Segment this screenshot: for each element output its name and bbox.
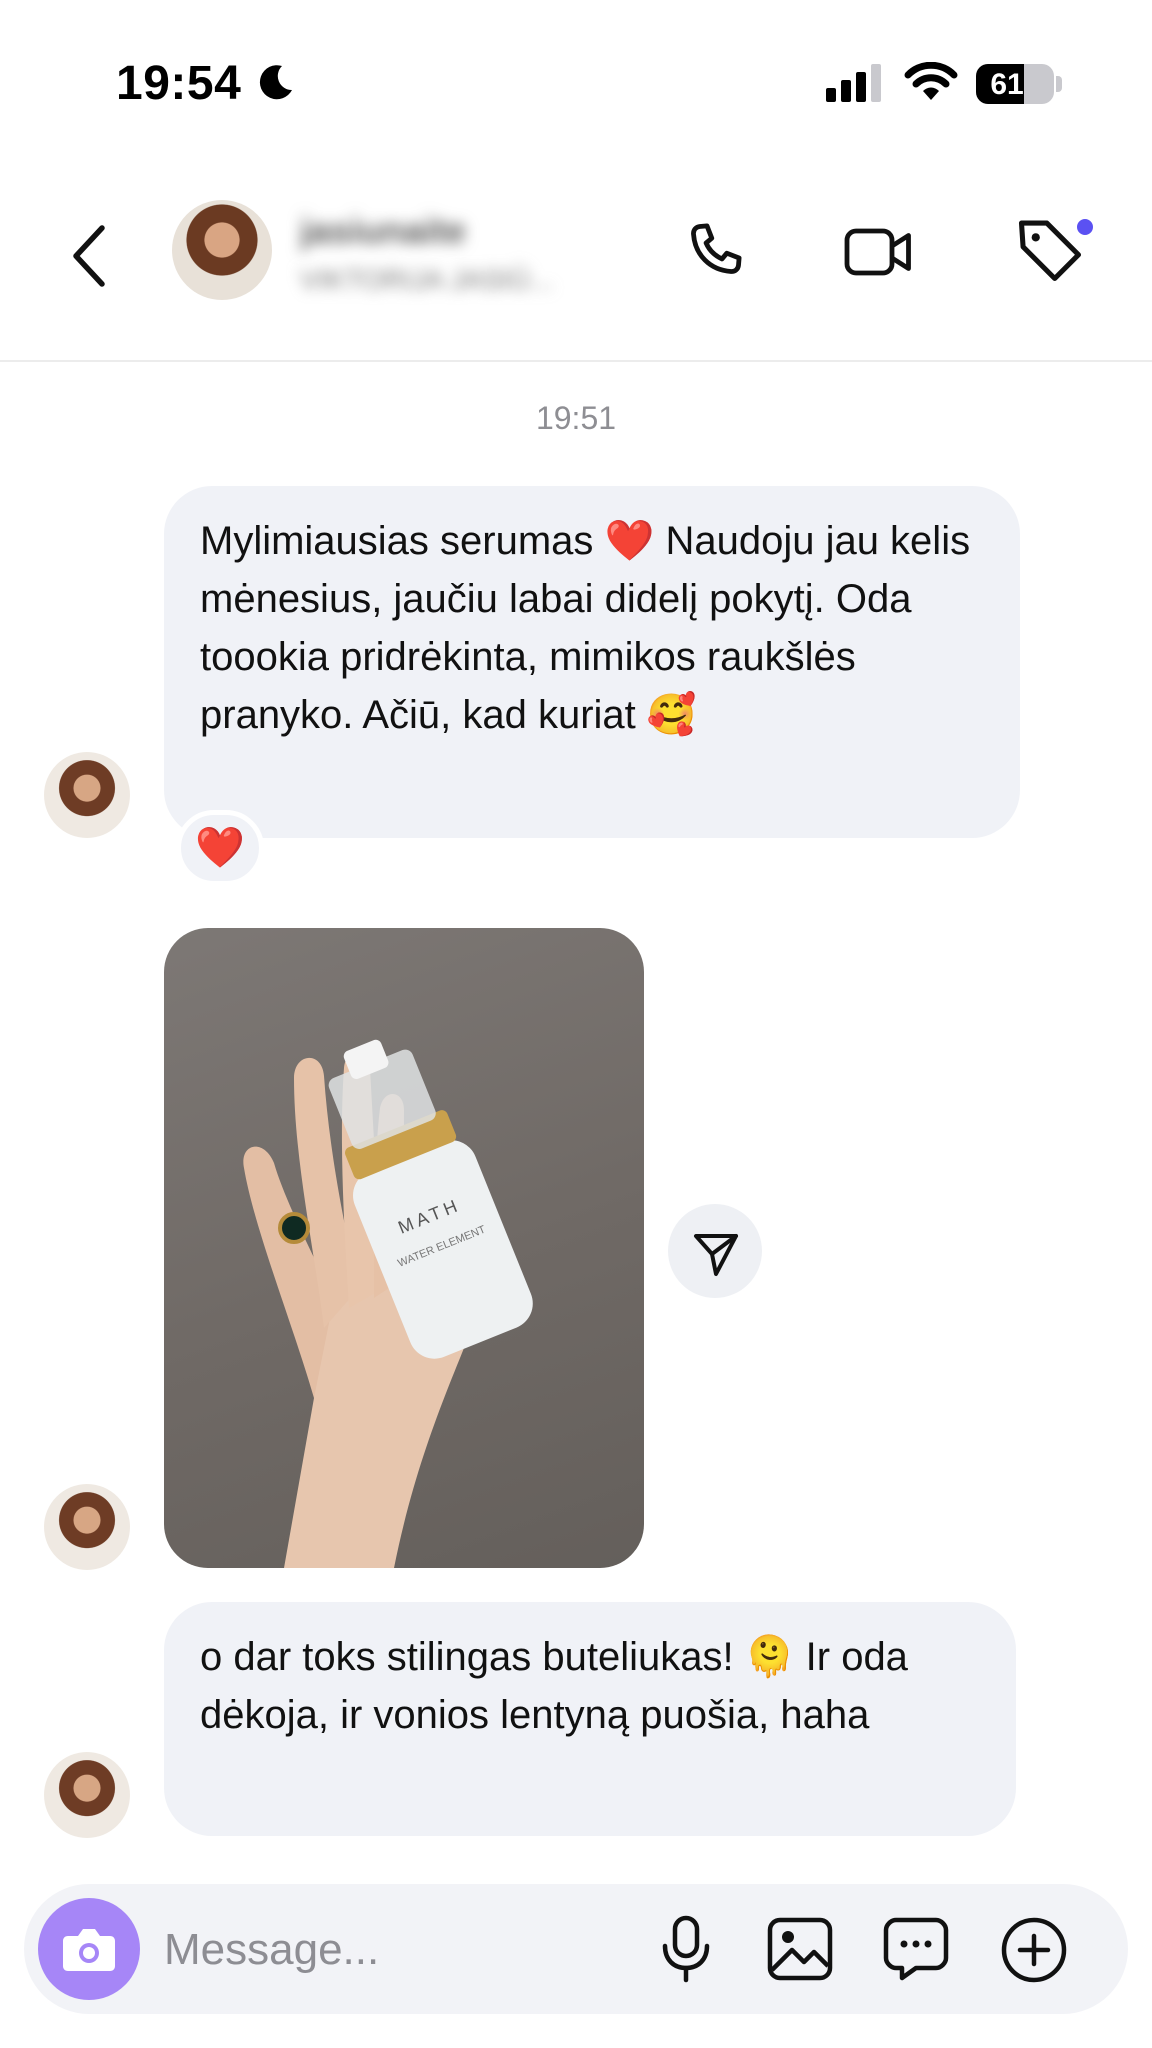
- send-icon: [694, 1234, 738, 1276]
- sender-avatar[interactable]: [44, 752, 130, 838]
- sender-avatar[interactable]: [44, 1752, 130, 1838]
- microphone-icon[interactable]: [656, 1914, 716, 1984]
- heart-reaction[interactable]: ❤️: [176, 810, 264, 886]
- product-photo[interactable]: MATH WATER ELEMENT: [164, 928, 644, 1568]
- message-input[interactable]: [164, 1920, 584, 1980]
- contact-avatar[interactable]: [172, 200, 272, 300]
- wifi-icon: [904, 62, 958, 100]
- product-photo-illustration: MATH WATER ELEMENT: [243, 1039, 533, 1568]
- plus-icon[interactable]: [1000, 1916, 1068, 1984]
- contact-subtitle: VIKTORIJA JASIŪ...: [300, 264, 554, 295]
- camera-icon: [63, 1929, 115, 1971]
- gallery-icon[interactable]: [766, 1916, 834, 1982]
- contact-name[interactable]: jasiunaite: [300, 210, 520, 250]
- message-bubble[interactable]: o dar toks stilingas buteliukas! 🫠 Ir od…: [164, 1602, 1016, 1836]
- share-button[interactable]: [668, 1204, 762, 1298]
- video-camera-icon[interactable]: [842, 216, 918, 288]
- chat-bubble-icon[interactable]: [882, 1916, 950, 1982]
- battery-level: 61: [990, 68, 1024, 101]
- signal-icon: [826, 64, 881, 102]
- status-time: 19:54: [116, 57, 242, 110]
- message-bubble[interactable]: Mylimiausias serumas ❤️ Naudoju jau keli…: [164, 486, 1020, 838]
- message-composer: [24, 1884, 1128, 2014]
- camera-button[interactable]: [38, 1898, 140, 2000]
- moon-icon: [259, 65, 292, 100]
- chat-header: jasiunaite VIKTORIJA JASIŪ...: [0, 170, 1152, 362]
- battery-cap: [1056, 76, 1062, 92]
- battery-indicator: 61: [976, 64, 1054, 104]
- sender-avatar[interactable]: [44, 1484, 130, 1570]
- back-arrow-icon[interactable]: [70, 224, 110, 288]
- phone-icon[interactable]: [680, 216, 752, 288]
- message-timestamp: 19:51: [535, 400, 617, 436]
- notification-dot: [1074, 216, 1096, 238]
